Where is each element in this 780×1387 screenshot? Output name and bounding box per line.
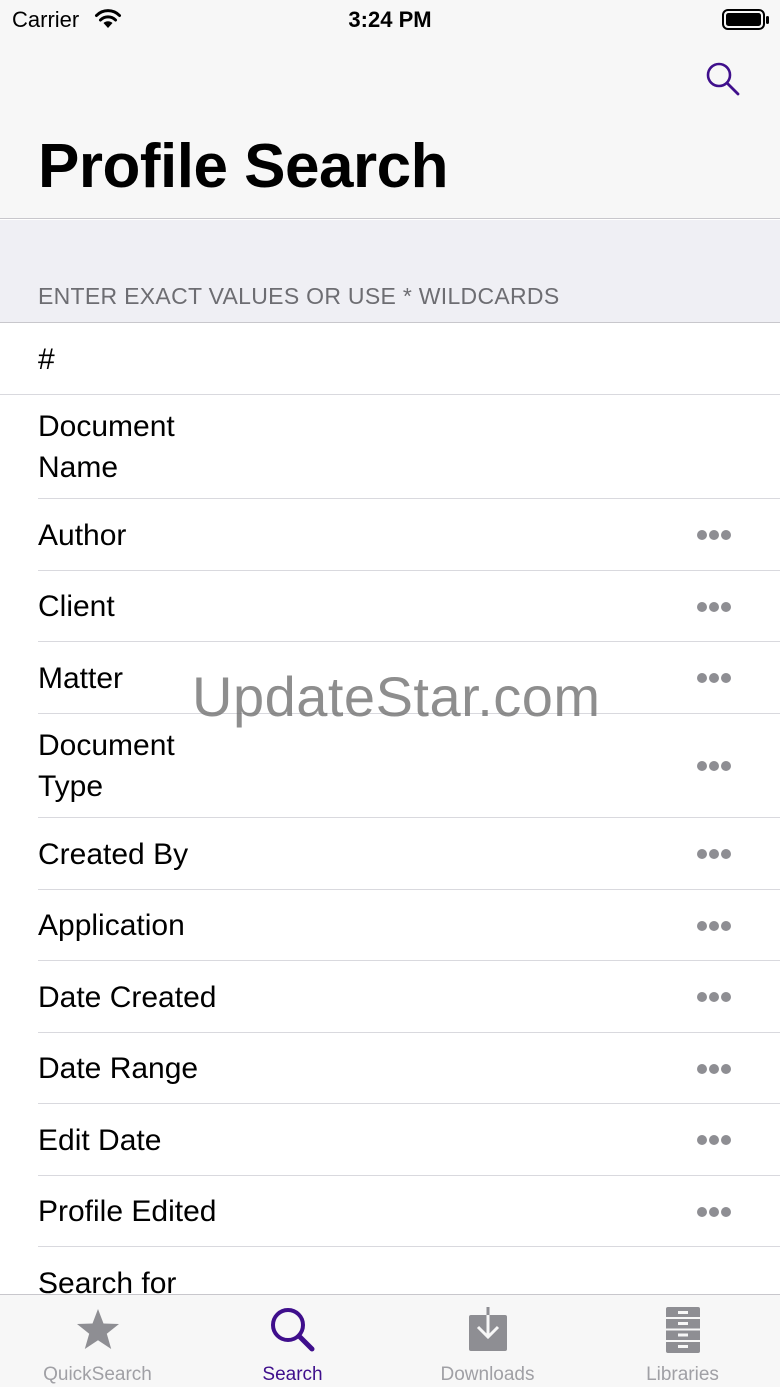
clock: 3:24 PM	[348, 7, 432, 32]
search-field-list: # Document Name Author Client Matter Document…	[0, 324, 780, 1294]
star-icon	[73, 1305, 123, 1355]
field-row-date-created[interactable]: Date Created	[0, 961, 780, 1033]
section-header: ENTER EXACT VALUES OR USE * WILDCARDS	[0, 220, 780, 323]
field-label: Matter	[38, 662, 124, 695]
field-label: Application	[38, 909, 185, 942]
tab-label: Search	[262, 1364, 323, 1385]
status-bar: Carrier 3:24 PM	[0, 0, 780, 40]
cabinet-icon	[658, 1305, 708, 1355]
field-row-client[interactable]: Client	[0, 571, 780, 642]
field-row-matter[interactable]: Matter	[0, 642, 780, 714]
section-title: ENTER EXACT VALUES OR USE * WILDCARDS	[38, 283, 560, 309]
ellipsis-icon[interactable]	[697, 602, 731, 612]
field-row-created-by[interactable]: Created By	[0, 818, 780, 890]
tab-bar: QuickSearch Search Downloads Libraries	[0, 1294, 780, 1387]
page-title: Profile Search	[38, 132, 448, 201]
ellipsis-icon[interactable]	[697, 849, 731, 859]
field-label: Document Type	[38, 729, 175, 803]
field-label: Search for	[38, 1267, 177, 1294]
tab-libraries[interactable]: Libraries	[585, 1295, 780, 1387]
search-icon	[705, 61, 741, 102]
tab-label: QuickSearch	[43, 1364, 152, 1385]
tab-quicksearch[interactable]: QuickSearch	[0, 1295, 195, 1387]
field-label: Date Range	[38, 1052, 199, 1085]
ellipsis-icon[interactable]	[697, 1064, 731, 1074]
field-label: Edit Date	[38, 1124, 162, 1157]
download-icon	[463, 1305, 513, 1355]
ellipsis-icon[interactable]	[697, 530, 731, 540]
field-label: Author	[38, 519, 127, 552]
field-row-search-for[interactable]: Search for	[0, 1247, 780, 1294]
battery-icon	[722, 9, 770, 36]
ellipsis-icon[interactable]	[697, 921, 731, 931]
tab-search[interactable]: Search	[195, 1295, 390, 1387]
ellipsis-icon[interactable]	[697, 992, 731, 1002]
field-row-document-name[interactable]: Document Name	[0, 395, 780, 499]
navigation-header: Profile Search	[0, 40, 780, 219]
search-icon	[268, 1305, 318, 1355]
tab-downloads[interactable]: Downloads	[390, 1295, 585, 1387]
field-label: #	[38, 343, 55, 376]
search-button[interactable]	[700, 58, 746, 104]
field-row-profile-edited[interactable]: Profile Edited	[0, 1176, 780, 1247]
field-row-edit-date[interactable]: Edit Date	[0, 1104, 780, 1176]
field-label: Created By	[38, 838, 189, 871]
ellipsis-icon[interactable]	[697, 1135, 731, 1145]
field-row-document-type[interactable]: Document Type	[0, 714, 780, 818]
ellipsis-icon[interactable]	[697, 1207, 731, 1217]
field-label: Date Created	[38, 981, 217, 1014]
ellipsis-icon[interactable]	[697, 761, 731, 771]
field-label: Document Name	[38, 410, 175, 484]
field-label: Profile Edited	[38, 1195, 217, 1228]
field-row-date-range[interactable]: Date Range	[0, 1033, 780, 1104]
field-row-application[interactable]: Application	[0, 890, 780, 961]
ellipsis-icon[interactable]	[697, 673, 731, 683]
field-label: Client	[38, 590, 115, 623]
tab-label: Downloads	[440, 1364, 535, 1385]
tab-label: Libraries	[646, 1364, 719, 1385]
field-row-author[interactable]: Author	[0, 499, 780, 571]
field-row-number[interactable]: #	[0, 324, 780, 395]
